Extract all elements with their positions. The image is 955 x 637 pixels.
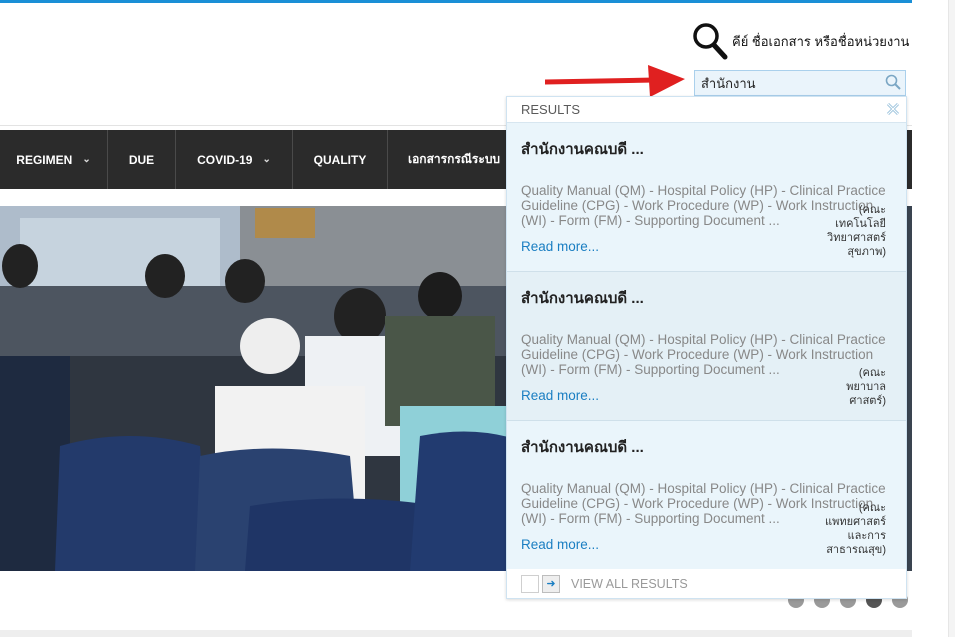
- nav-label: REGIMEN: [16, 152, 73, 167]
- view-all-link[interactable]: VIEW ALL RESULTS: [571, 577, 688, 591]
- result-item[interactable]: สำนักงานคณบดี ... Quality Manual (QM) - …: [507, 123, 906, 272]
- search-input-icon[interactable]: [885, 74, 901, 95]
- department-line: ศาสตร์): [849, 395, 886, 407]
- result-department: (คณะ เทคโนโลยี วิทยาศาสตร์ สุขภาพ): [827, 203, 886, 259]
- magnifier-icon: [692, 22, 728, 60]
- result-department: (คณะ พยาบาล ศาสตร์): [846, 366, 886, 408]
- department-line: (คณะ: [858, 502, 886, 514]
- result-item[interactable]: สำนักงานคณบดี ... Quality Manual (QM) - …: [507, 421, 906, 570]
- department-line: เทคโนโลยี: [835, 218, 886, 230]
- nav-item-due[interactable]: DUE: [108, 130, 176, 189]
- top-accent-bar: [0, 0, 955, 3]
- results-header: RESULTS: [507, 97, 906, 123]
- result-item[interactable]: สำนักงานคณบดี ... Quality Manual (QM) - …: [507, 272, 906, 421]
- search-input[interactable]: [694, 70, 906, 96]
- nav-label: COVID-19: [197, 152, 253, 167]
- nav-item-documents[interactable]: เอกสารกรณีระบบ: [388, 130, 518, 189]
- nav-item-covid[interactable]: COVID-19 ⌄: [176, 130, 293, 189]
- arrow-right-icon[interactable]: ➜: [542, 574, 560, 593]
- department-line: แพทยศาสตร์: [825, 516, 886, 528]
- read-more-link[interactable]: Read more...: [521, 537, 599, 552]
- nav-label: DUE: [128, 152, 155, 167]
- search-results-dropdown: RESULTS สำนักงานคณบดี ... Quality Manual…: [506, 96, 907, 599]
- search-hint: คีย์ ชื่อเอกสาร หรือชื่อหน่วยงาน: [692, 22, 909, 60]
- close-icon[interactable]: [886, 102, 900, 119]
- department-line: วิทยาศาสตร์: [827, 232, 886, 244]
- department-line: สุขภาพ): [847, 246, 886, 258]
- nav-item-regimen[interactable]: REGIMEN ⌄: [0, 130, 108, 189]
- department-line: สาธารณสุข): [826, 544, 886, 556]
- footer-strip: [0, 630, 912, 637]
- nav-label: QUALITY: [313, 152, 367, 167]
- result-title[interactable]: สำนักงานคณบดี ...: [521, 435, 892, 459]
- read-more-link[interactable]: Read more...: [521, 239, 599, 254]
- annotation-arrow-icon: [545, 65, 685, 97]
- search-hint-text: คีย์ ชื่อเอกสาร หรือชื่อหน่วยงาน: [732, 33, 910, 49]
- view-all-checkbox[interactable]: [521, 574, 539, 593]
- department-line: และการ: [847, 530, 886, 542]
- results-header-label: RESULTS: [521, 102, 580, 117]
- page: คีย์ ชื่อเอกสาร หรือชื่อหน่วยงาน REGIMEN…: [0, 0, 955, 637]
- result-description: Quality Manual (QM) - Hospital Policy (H…: [521, 332, 886, 377]
- read-more-link[interactable]: Read more...: [521, 388, 599, 403]
- nav-label: เอกสารกรณีระบบ: [408, 152, 501, 166]
- result-department: (คณะ แพทยศาสตร์ และการ สาธารณสุข): [825, 501, 886, 557]
- chevron-down-icon: ⌄: [82, 154, 91, 165]
- chevron-down-icon: ⌄: [262, 154, 271, 165]
- view-all-row[interactable]: ➜ VIEW ALL RESULTS: [507, 569, 906, 598]
- scrollbar[interactable]: [948, 0, 955, 637]
- nav-item-quality[interactable]: QUALITY: [293, 130, 388, 189]
- department-line: (คณะ: [858, 367, 886, 379]
- department-line: พยาบาล: [846, 381, 886, 393]
- result-title[interactable]: สำนักงานคณบดี ...: [521, 137, 892, 161]
- result-title[interactable]: สำนักงานคณบดี ...: [521, 286, 892, 310]
- department-line: (คณะ: [858, 204, 886, 216]
